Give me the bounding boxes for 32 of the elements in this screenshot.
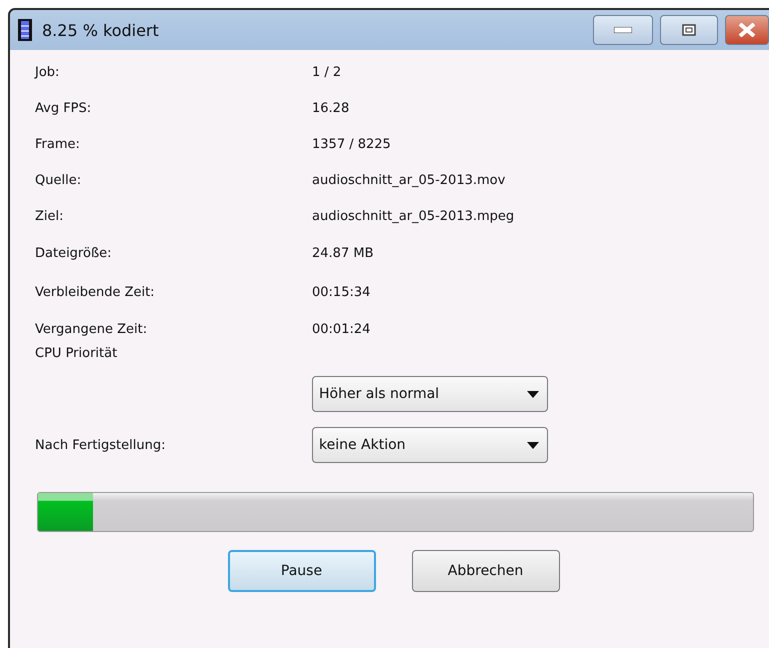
info-value: 24.87 MB	[312, 246, 374, 260]
cpu-priority-dropdown[interactable]: Höher als normal	[312, 376, 548, 412]
info-value: 1 / 2	[312, 64, 342, 80]
after-completion-label: Nach Fertigstellung:	[35, 438, 166, 452]
minimize-icon	[614, 27, 632, 33]
cancel-button[interactable]: Abbrechen	[412, 550, 560, 592]
info-label: Quelle:	[35, 172, 82, 188]
minimize-button[interactable]	[593, 15, 653, 45]
info-label: Avg FPS:	[35, 100, 92, 116]
window-title: 8.25 % kodiert	[42, 20, 160, 40]
pause-button[interactable]: Pause	[228, 550, 376, 592]
info-label: Frame:	[35, 136, 81, 152]
caret-icon	[527, 390, 539, 398]
info-label: Vergangene Zeit:	[35, 322, 148, 336]
info-value: 00:15:34	[312, 284, 370, 300]
info-value: audioschnitt_ar_05-2013.mov	[312, 172, 506, 188]
after-completion-dropdown[interactable]: keine Aktion	[312, 427, 548, 463]
info-label: Dateigröße:	[35, 246, 113, 260]
info-value: audioschnitt_ar_05-2013.mpeg	[312, 208, 514, 224]
info-label: Ziel:	[35, 208, 65, 224]
close-icon	[738, 23, 756, 37]
cpu-priority-label: CPU Priorität	[35, 346, 118, 361]
maximize-icon	[682, 24, 696, 36]
info-label: Job:	[35, 64, 60, 80]
close-button[interactable]	[725, 15, 769, 45]
film-icon	[18, 19, 32, 41]
info-label: Verbleibende Zeit:	[35, 284, 156, 300]
caret-icon	[527, 442, 539, 448]
info-value: 16.28	[312, 100, 350, 116]
info-value: 00:01:24	[312, 322, 370, 336]
info-value: 1357 / 8225	[312, 136, 391, 152]
maximize-button[interactable]	[660, 15, 718, 45]
